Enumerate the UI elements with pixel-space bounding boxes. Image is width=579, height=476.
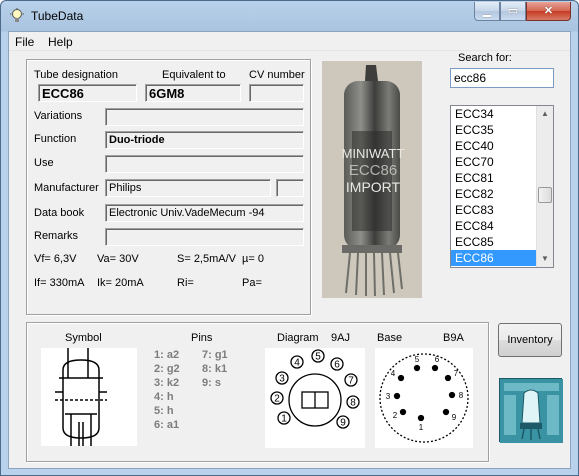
use-label: Use <box>34 157 54 169</box>
maximize-button[interactable]: ▭ <box>500 2 526 21</box>
tube-logo-icon <box>500 379 563 443</box>
manufacturer-label: Manufacturer <box>34 182 99 194</box>
data-book-field[interactable]: Electronic Univ.VadeMecum -94 <box>105 204 304 222</box>
title-bar[interactable]: TubeData ▁ ▭ ✕ <box>1 1 578 31</box>
cv-number-label: CV number <box>249 69 305 81</box>
spec-va: Va= 30V <box>97 253 139 265</box>
pin-entry: 4: h <box>154 391 174 403</box>
base-num-8: 8 <box>459 391 464 400</box>
photo-print-line3: IMPORT <box>346 179 401 195</box>
diagram-pin-5: 5 <box>315 352 321 363</box>
photo-print-line2: ECC86 <box>349 162 397 179</box>
window-frame: TubeData ▁ ▭ ✕ File Help Tube designatio… <box>0 0 579 476</box>
pin-entry: 5: h <box>154 405 174 417</box>
menu-file[interactable]: File <box>15 35 34 49</box>
minimize-icon: ▁ <box>482 5 492 17</box>
diagram-pin-1: 1 <box>281 414 287 425</box>
pins-col2: 7: g1 8: k1 9: s <box>202 348 228 390</box>
base-diagram-icon: 1 2 3 4 5 6 7 8 9 <box>379 353 469 443</box>
pins-label: Pins <box>191 332 213 344</box>
manufacturer-field[interactable]: Philips <box>105 179 271 197</box>
diagram-label: Diagram <box>277 332 319 344</box>
spec-ik: Ik= 20mA <box>97 277 144 289</box>
base-code: B9A <box>443 332 464 344</box>
pin-entry: 7: g1 <box>202 349 228 361</box>
cv-number-field[interactable] <box>249 84 304 102</box>
pins-col1: 1: a2 2: g2 3: k2 4: h 5: h 6: a1 <box>154 348 180 432</box>
maximize-icon: ▭ <box>507 5 519 17</box>
minimize-button[interactable]: ▁ <box>474 2 500 21</box>
function-label: Function <box>34 133 77 145</box>
menu-help[interactable]: Help <box>48 35 73 49</box>
equivalent-to-label: Equivalent to <box>162 69 226 81</box>
list-scrollbar[interactable]: ▲ ▼ <box>536 106 553 267</box>
symbol-box <box>41 348 137 446</box>
window-title: TubeData <box>31 9 84 23</box>
inventory-button[interactable]: Inventory <box>498 323 562 357</box>
spec-s: S= 2,5mA/V <box>177 253 237 265</box>
pin-entry: 3: k2 <box>154 377 180 389</box>
base-num-9: 9 <box>452 413 457 422</box>
base-num-7: 7 <box>454 369 459 378</box>
base-num-3: 3 <box>386 392 391 401</box>
diagram-pin-7: 7 <box>348 376 354 387</box>
data-book-label: Data book <box>34 207 85 219</box>
base-num-4: 4 <box>391 369 396 378</box>
base-num-1: 1 <box>419 423 424 432</box>
tube-listbox[interactable]: ECC34 ECC35 ECC40 ECC70 ECC81 ECC82 ECC8… <box>450 105 554 268</box>
variations-field[interactable] <box>105 108 304 126</box>
use-field[interactable] <box>105 155 304 173</box>
base-num-6: 6 <box>435 355 440 364</box>
diagram-pin-4: 4 <box>294 358 300 369</box>
pin-entry: 2: g2 <box>154 363 180 375</box>
base-num-2: 2 <box>393 411 398 420</box>
variations-label: Variations <box>34 110 83 122</box>
base-diagram-box: 1 2 3 4 5 6 7 8 9 <box>375 348 473 448</box>
pin-entry: 1: a2 <box>154 349 180 361</box>
function-field[interactable]: Duo-triode <box>105 131 304 149</box>
symbol-label: Symbol <box>65 332 102 344</box>
spec-vf: Vf= 6,3V <box>34 253 77 265</box>
diagram-pin-2: 2 <box>274 394 280 405</box>
close-button[interactable]: ✕ <box>526 2 571 21</box>
diagram-pin-8: 8 <box>350 398 356 409</box>
pin-diagram-box: 1 2 3 4 5 6 7 8 9 <box>265 348 365 448</box>
search-label: Search for: <box>458 52 512 64</box>
tube-designation-label: Tube designation <box>34 69 118 81</box>
client-area: File Help Tube designation Equivalent to… <box>8 31 571 469</box>
spec-ri: Ri= <box>177 277 194 289</box>
pin-diagram-icon: 1 2 3 4 5 6 7 8 9 <box>270 349 360 429</box>
scroll-up-arrow-icon[interactable]: ▲ <box>537 106 553 122</box>
pin-entry: 8: k1 <box>202 363 228 375</box>
remarks-label: Remarks <box>34 230 79 242</box>
remarks-field[interactable] <box>105 228 304 246</box>
diagram-pin-6: 6 <box>334 360 340 371</box>
manufacturer-extra-field[interactable] <box>276 179 304 197</box>
diagram-pin-3: 3 <box>279 374 285 385</box>
search-input[interactable]: ecc86 <box>450 68 554 88</box>
photo-print-line1: MINIWATT <box>342 146 405 161</box>
equivalent-to-field[interactable]: 6GM8 <box>145 84 241 102</box>
spec-pa: Pa= <box>242 277 262 289</box>
menu-bar: File Help <box>9 32 570 51</box>
tube-photo: MINIWATT ECC86 IMPORT <box>322 61 422 298</box>
scroll-down-arrow-icon[interactable]: ▼ <box>537 251 553 267</box>
close-icon: ✕ <box>543 5 554 17</box>
diagram-code: 9AJ <box>331 332 350 344</box>
diagram-pin-9: 9 <box>340 418 346 429</box>
scroll-thumb[interactable] <box>538 187 552 203</box>
triode-symbol-icon <box>55 348 107 446</box>
spec-mu: µ= 0 <box>242 253 264 265</box>
pin-entry: 9: s <box>202 377 221 389</box>
tube-designation-field[interactable]: ECC86 <box>38 84 137 102</box>
base-num-5: 5 <box>415 355 420 364</box>
pin-entry: 6: a1 <box>154 419 180 431</box>
base-label: Base <box>377 332 403 344</box>
app-logo <box>499 378 563 443</box>
spec-if: If= 330mA <box>34 277 85 289</box>
lightbulb-icon <box>10 8 24 22</box>
